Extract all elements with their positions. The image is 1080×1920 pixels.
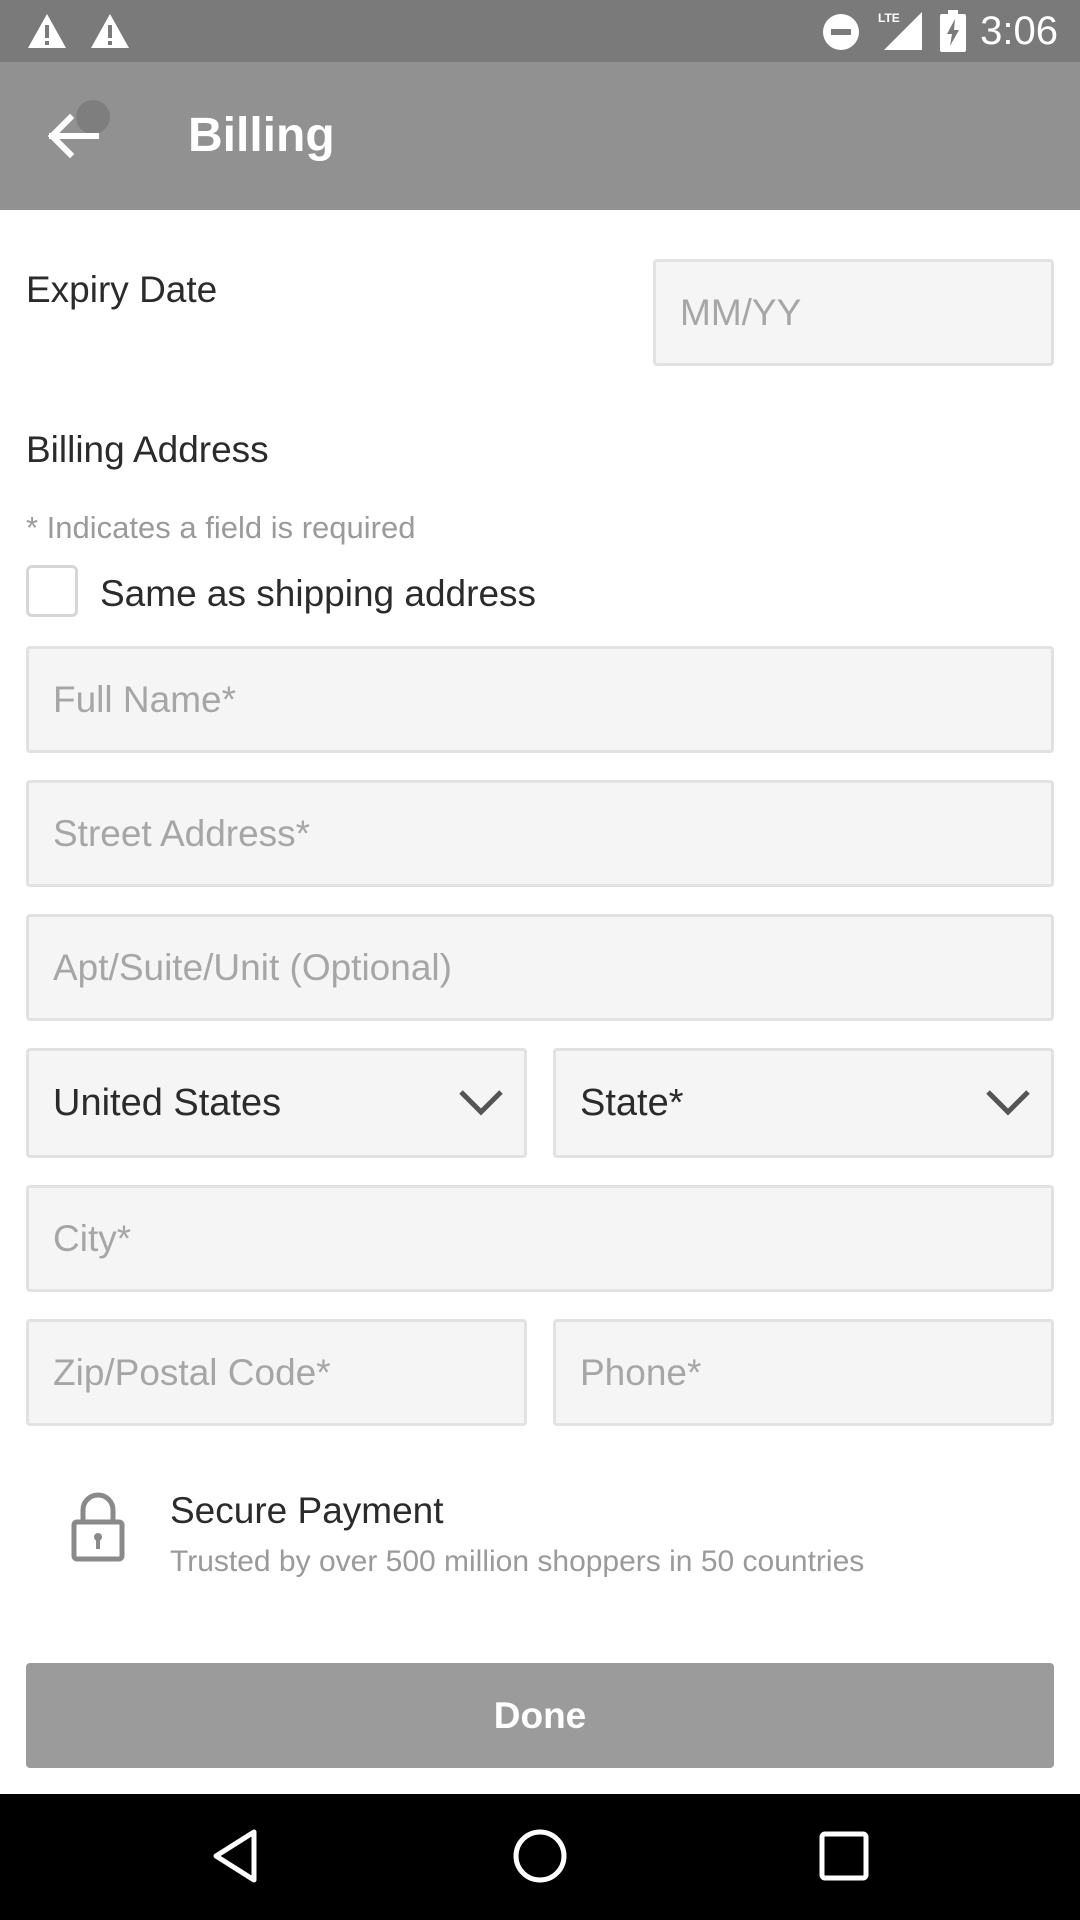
battery-charging-icon bbox=[940, 10, 966, 52]
street-address-input[interactable] bbox=[29, 783, 1051, 884]
navigation-bar bbox=[0, 1794, 1080, 1920]
expiry-date-label: Expiry Date bbox=[26, 269, 218, 310]
state-select[interactable]: State* bbox=[553, 1048, 1054, 1158]
lock-icon bbox=[71, 1492, 125, 1562]
state-value: State* bbox=[580, 1082, 684, 1124]
warning-icon bbox=[91, 14, 129, 48]
back-triangle-icon[interactable] bbox=[208, 1826, 268, 1886]
zip-code-input[interactable] bbox=[29, 1322, 524, 1423]
same-as-shipping-checkbox[interactable] bbox=[26, 565, 78, 617]
status-bar: LTE 3:06 bbox=[0, 0, 1080, 62]
recents-square-icon[interactable] bbox=[814, 1826, 874, 1886]
phone-input[interactable] bbox=[556, 1322, 1051, 1423]
same-as-shipping-label[interactable]: Same as shipping address bbox=[100, 572, 536, 616]
expiry-date-input[interactable] bbox=[656, 262, 1051, 363]
zip-code-field[interactable] bbox=[26, 1319, 527, 1426]
app-bar: Billing bbox=[0, 62, 1080, 210]
home-circle-icon[interactable] bbox=[510, 1826, 570, 1886]
billing-address-heading: Billing Address bbox=[26, 429, 269, 470]
arrow-back-icon bbox=[47, 113, 99, 159]
apt-suite-input[interactable] bbox=[29, 917, 1051, 1018]
city-input[interactable] bbox=[29, 1188, 1051, 1289]
apt-suite-field[interactable] bbox=[26, 914, 1054, 1021]
required-note: * Indicates a field is required bbox=[26, 510, 416, 545]
secure-payment-subtitle: Trusted by over 500 million shoppers in … bbox=[170, 1545, 865, 1578]
chevron-down-icon bbox=[459, 1090, 503, 1116]
country-select[interactable]: United States bbox=[26, 1048, 527, 1158]
lte-label: LTE bbox=[878, 11, 900, 25]
chevron-down-icon bbox=[986, 1090, 1030, 1116]
full-name-input[interactable] bbox=[29, 649, 1051, 750]
expiry-date-field[interactable] bbox=[653, 259, 1054, 366]
do-not-disturb-icon bbox=[823, 14, 859, 50]
page-title: Billing bbox=[188, 109, 335, 162]
warning-icon bbox=[28, 14, 66, 48]
done-button[interactable]: Done bbox=[26, 1663, 1054, 1768]
city-field[interactable] bbox=[26, 1185, 1054, 1292]
back-button[interactable] bbox=[34, 96, 114, 176]
secure-payment-title: Secure Payment bbox=[170, 1490, 444, 1531]
lte-signal-icon: LTE bbox=[878, 11, 922, 50]
full-name-field[interactable] bbox=[26, 646, 1054, 753]
status-time: 3:06 bbox=[980, 9, 1058, 53]
street-address-field[interactable] bbox=[26, 780, 1054, 887]
phone-field[interactable] bbox=[553, 1319, 1054, 1426]
country-value: United States bbox=[53, 1082, 282, 1124]
